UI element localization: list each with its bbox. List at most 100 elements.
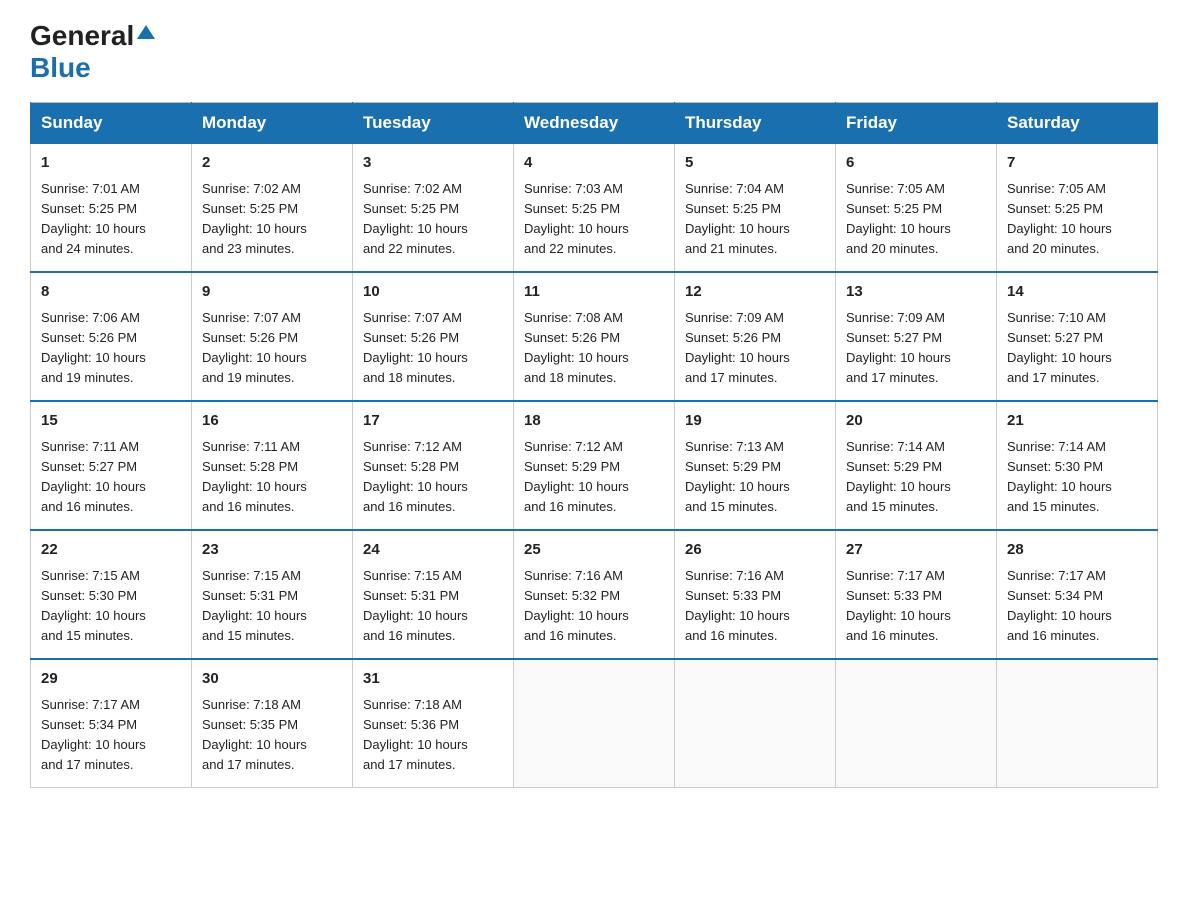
calendar-week-row: 22 Sunrise: 7:15 AMSunset: 5:30 PMDaylig… [31, 530, 1158, 659]
day-info: Sunrise: 7:16 AMSunset: 5:33 PMDaylight:… [685, 568, 790, 643]
day-number: 26 [685, 539, 825, 562]
day-info: Sunrise: 7:11 AMSunset: 5:28 PMDaylight:… [202, 439, 307, 514]
calendar-cell [675, 659, 836, 788]
day-info: Sunrise: 7:15 AMSunset: 5:31 PMDaylight:… [363, 568, 468, 643]
day-info: Sunrise: 7:06 AMSunset: 5:26 PMDaylight:… [41, 310, 146, 385]
calendar-cell: 8 Sunrise: 7:06 AMSunset: 5:26 PMDayligh… [31, 272, 192, 401]
day-number: 30 [202, 668, 342, 691]
day-number: 31 [363, 668, 503, 691]
calendar-cell: 24 Sunrise: 7:15 AMSunset: 5:31 PMDaylig… [353, 530, 514, 659]
weekday-header-row: SundayMondayTuesdayWednesdayThursdayFrid… [31, 103, 1158, 144]
calendar-cell: 3 Sunrise: 7:02 AMSunset: 5:25 PMDayligh… [353, 144, 514, 273]
day-info: Sunrise: 7:02 AMSunset: 5:25 PMDaylight:… [202, 181, 307, 256]
logo-blue: Blue [30, 52, 91, 83]
day-info: Sunrise: 7:13 AMSunset: 5:29 PMDaylight:… [685, 439, 790, 514]
calendar-week-row: 29 Sunrise: 7:17 AMSunset: 5:34 PMDaylig… [31, 659, 1158, 788]
weekday-header-wednesday: Wednesday [514, 103, 675, 144]
calendar-cell: 14 Sunrise: 7:10 AMSunset: 5:27 PMDaylig… [997, 272, 1158, 401]
day-info: Sunrise: 7:04 AMSunset: 5:25 PMDaylight:… [685, 181, 790, 256]
day-number: 19 [685, 410, 825, 433]
day-info: Sunrise: 7:15 AMSunset: 5:31 PMDaylight:… [202, 568, 307, 643]
calendar-cell: 6 Sunrise: 7:05 AMSunset: 5:25 PMDayligh… [836, 144, 997, 273]
day-number: 24 [363, 539, 503, 562]
day-info: Sunrise: 7:10 AMSunset: 5:27 PMDaylight:… [1007, 310, 1112, 385]
day-number: 6 [846, 152, 986, 175]
day-number: 17 [363, 410, 503, 433]
day-info: Sunrise: 7:09 AMSunset: 5:26 PMDaylight:… [685, 310, 790, 385]
calendar-cell: 26 Sunrise: 7:16 AMSunset: 5:33 PMDaylig… [675, 530, 836, 659]
calendar-cell: 21 Sunrise: 7:14 AMSunset: 5:30 PMDaylig… [997, 401, 1158, 530]
day-info: Sunrise: 7:09 AMSunset: 5:27 PMDaylight:… [846, 310, 951, 385]
calendar-cell: 22 Sunrise: 7:15 AMSunset: 5:30 PMDaylig… [31, 530, 192, 659]
day-number: 11 [524, 281, 664, 304]
day-info: Sunrise: 7:07 AMSunset: 5:26 PMDaylight:… [202, 310, 307, 385]
day-info: Sunrise: 7:14 AMSunset: 5:29 PMDaylight:… [846, 439, 951, 514]
day-number: 22 [41, 539, 181, 562]
day-info: Sunrise: 7:07 AMSunset: 5:26 PMDaylight:… [363, 310, 468, 385]
calendar-cell: 25 Sunrise: 7:16 AMSunset: 5:32 PMDaylig… [514, 530, 675, 659]
calendar-cell: 18 Sunrise: 7:12 AMSunset: 5:29 PMDaylig… [514, 401, 675, 530]
calendar-cell [997, 659, 1158, 788]
calendar-cell: 27 Sunrise: 7:17 AMSunset: 5:33 PMDaylig… [836, 530, 997, 659]
day-number: 10 [363, 281, 503, 304]
calendar-cell: 9 Sunrise: 7:07 AMSunset: 5:26 PMDayligh… [192, 272, 353, 401]
day-number: 9 [202, 281, 342, 304]
calendar-cell: 10 Sunrise: 7:07 AMSunset: 5:26 PMDaylig… [353, 272, 514, 401]
weekday-header-friday: Friday [836, 103, 997, 144]
calendar-cell: 29 Sunrise: 7:17 AMSunset: 5:34 PMDaylig… [31, 659, 192, 788]
day-number: 8 [41, 281, 181, 304]
calendar-cell: 30 Sunrise: 7:18 AMSunset: 5:35 PMDaylig… [192, 659, 353, 788]
day-number: 7 [1007, 152, 1147, 175]
calendar-cell: 17 Sunrise: 7:12 AMSunset: 5:28 PMDaylig… [353, 401, 514, 530]
day-number: 25 [524, 539, 664, 562]
day-number: 2 [202, 152, 342, 175]
calendar-cell: 20 Sunrise: 7:14 AMSunset: 5:29 PMDaylig… [836, 401, 997, 530]
weekday-header-thursday: Thursday [675, 103, 836, 144]
day-info: Sunrise: 7:15 AMSunset: 5:30 PMDaylight:… [41, 568, 146, 643]
day-info: Sunrise: 7:02 AMSunset: 5:25 PMDaylight:… [363, 181, 468, 256]
day-info: Sunrise: 7:11 AMSunset: 5:27 PMDaylight:… [41, 439, 146, 514]
day-number: 3 [363, 152, 503, 175]
calendar-cell: 5 Sunrise: 7:04 AMSunset: 5:25 PMDayligh… [675, 144, 836, 273]
day-number: 15 [41, 410, 181, 433]
calendar-cell: 4 Sunrise: 7:03 AMSunset: 5:25 PMDayligh… [514, 144, 675, 273]
day-number: 27 [846, 539, 986, 562]
weekday-header-saturday: Saturday [997, 103, 1158, 144]
calendar-cell: 23 Sunrise: 7:15 AMSunset: 5:31 PMDaylig… [192, 530, 353, 659]
day-info: Sunrise: 7:12 AMSunset: 5:28 PMDaylight:… [363, 439, 468, 514]
day-info: Sunrise: 7:01 AMSunset: 5:25 PMDaylight:… [41, 181, 146, 256]
calendar-cell: 13 Sunrise: 7:09 AMSunset: 5:27 PMDaylig… [836, 272, 997, 401]
day-number: 5 [685, 152, 825, 175]
day-info: Sunrise: 7:05 AMSunset: 5:25 PMDaylight:… [846, 181, 951, 256]
day-number: 13 [846, 281, 986, 304]
page: General Blue SundayMondayTuesdayWednesda… [0, 0, 1188, 808]
calendar-cell: 15 Sunrise: 7:11 AMSunset: 5:27 PMDaylig… [31, 401, 192, 530]
day-number: 4 [524, 152, 664, 175]
day-number: 28 [1007, 539, 1147, 562]
day-info: Sunrise: 7:14 AMSunset: 5:30 PMDaylight:… [1007, 439, 1112, 514]
calendar-cell [514, 659, 675, 788]
day-number: 18 [524, 410, 664, 433]
calendar-cell: 12 Sunrise: 7:09 AMSunset: 5:26 PMDaylig… [675, 272, 836, 401]
day-number: 21 [1007, 410, 1147, 433]
calendar-cell: 19 Sunrise: 7:13 AMSunset: 5:29 PMDaylig… [675, 401, 836, 530]
day-info: Sunrise: 7:03 AMSunset: 5:25 PMDaylight:… [524, 181, 629, 256]
day-number: 16 [202, 410, 342, 433]
day-info: Sunrise: 7:17 AMSunset: 5:34 PMDaylight:… [1007, 568, 1112, 643]
calendar-table: SundayMondayTuesdayWednesdayThursdayFrid… [30, 102, 1158, 788]
day-info: Sunrise: 7:05 AMSunset: 5:25 PMDaylight:… [1007, 181, 1112, 256]
calendar-cell: 7 Sunrise: 7:05 AMSunset: 5:25 PMDayligh… [997, 144, 1158, 273]
day-info: Sunrise: 7:17 AMSunset: 5:33 PMDaylight:… [846, 568, 951, 643]
weekday-header-tuesday: Tuesday [353, 103, 514, 144]
header: General Blue [30, 20, 1158, 84]
day-number: 20 [846, 410, 986, 433]
day-number: 14 [1007, 281, 1147, 304]
day-number: 12 [685, 281, 825, 304]
calendar-cell [836, 659, 997, 788]
day-number: 29 [41, 668, 181, 691]
logo: General Blue [30, 20, 155, 84]
weekday-header-monday: Monday [192, 103, 353, 144]
calendar-week-row: 8 Sunrise: 7:06 AMSunset: 5:26 PMDayligh… [31, 272, 1158, 401]
day-number: 23 [202, 539, 342, 562]
calendar-cell: 28 Sunrise: 7:17 AMSunset: 5:34 PMDaylig… [997, 530, 1158, 659]
